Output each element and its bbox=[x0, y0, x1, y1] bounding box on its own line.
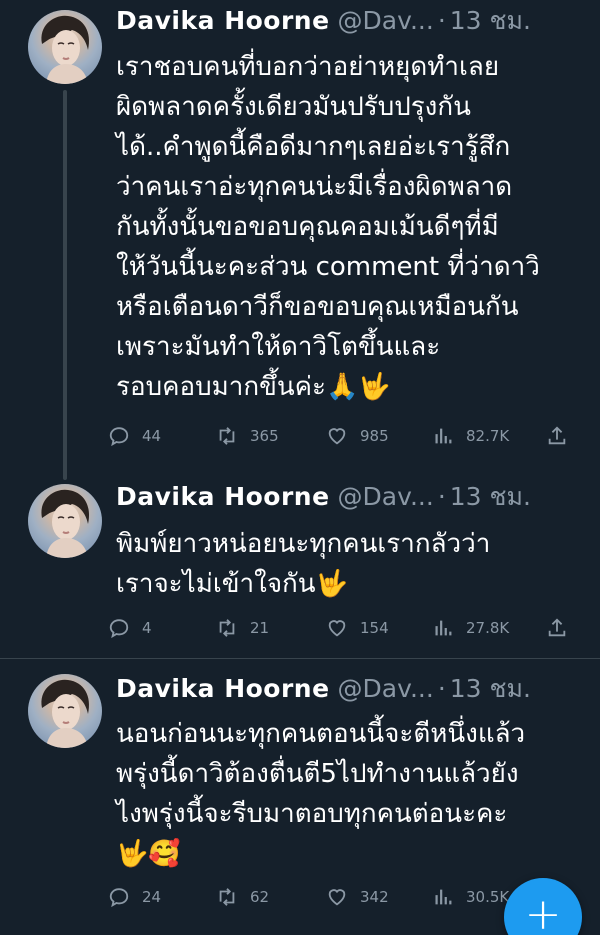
reply-count: 4 bbox=[142, 619, 152, 637]
profile-photo bbox=[41, 679, 90, 748]
separator-dot: · bbox=[437, 482, 446, 511]
retweet-button[interactable]: 62 bbox=[216, 882, 269, 912]
heart-icon bbox=[328, 889, 346, 906]
tweet-header: Davika Hoorne @Dav... · 13 ชม. bbox=[116, 480, 586, 514]
display-name[interactable]: Davika Hoorne bbox=[116, 480, 330, 514]
tweet-line: เราชอบคนที่บอกว่าอย่าหยุดทำเลย bbox=[116, 52, 500, 82]
separator-dot: · bbox=[437, 674, 446, 703]
tweet-text: พิมพ์ยาวหน่อยนะทุกคนเรากลัวว่า เราจะไม่เ… bbox=[116, 524, 576, 604]
tweet-1[interactable]: Davika Hoorne @Dav... · 13 ชม. เราชอบคนท… bbox=[0, 0, 600, 480]
views-button[interactable]: 82.7K bbox=[432, 421, 509, 451]
reply-count: 24 bbox=[142, 888, 162, 906]
display-name[interactable]: Davika Hoorne bbox=[116, 4, 330, 38]
reply-button[interactable]: 4 bbox=[108, 613, 152, 643]
view-count: 82.7K bbox=[466, 427, 510, 445]
display-name[interactable]: Davika Hoorne bbox=[116, 672, 330, 706]
tweet-line: พิมพ์ยาวหน่อยนะทุกคนเรากลัวว่า bbox=[116, 529, 491, 559]
heart-icon bbox=[328, 428, 346, 445]
like-count: 154 bbox=[360, 619, 389, 637]
tweet-line: ผิดพลาดครั้งเดียวมันปรับปรุงกัน bbox=[116, 92, 471, 122]
views-icon bbox=[435, 889, 452, 905]
like-count: 342 bbox=[360, 888, 389, 906]
retweet-icon bbox=[219, 888, 235, 906]
profile-photo bbox=[41, 15, 90, 84]
view-count: 30.5K bbox=[466, 888, 510, 906]
timestamp[interactable]: 13 ชม. bbox=[450, 672, 531, 706]
reply-button[interactable]: 44 bbox=[108, 421, 161, 451]
like-button[interactable]: 154 bbox=[326, 613, 389, 643]
view-count: 27.8K bbox=[466, 619, 510, 637]
views-icon bbox=[435, 620, 452, 636]
retweet-count: 21 bbox=[250, 619, 270, 637]
tweet-divider bbox=[0, 658, 600, 659]
tweet-actions: 44 365 985 82.7K bbox=[108, 421, 580, 451]
share-button[interactable] bbox=[546, 613, 580, 643]
reply-icon bbox=[109, 427, 129, 447]
tweet-line: รอบคอบมากขึ้นค่ะ🙏🤟 bbox=[116, 372, 391, 402]
separator-dot: · bbox=[437, 6, 446, 35]
tweet-2[interactable]: Davika Hoorne @Dav... · 13 ชม. พิมพ์ยาวห… bbox=[0, 470, 600, 660]
reply-icon bbox=[109, 619, 129, 639]
avatar[interactable] bbox=[28, 674, 102, 748]
user-handle[interactable]: @Dav... bbox=[338, 480, 434, 514]
timestamp[interactable]: 13 ชม. bbox=[450, 480, 531, 514]
tweet-line: เพราะมันทำให้ดาวิโตขึ้นและ bbox=[116, 332, 441, 362]
retweet-icon bbox=[219, 427, 235, 445]
timeline: Davika Hoorne @Dav... · 13 ชม. เราชอบคนท… bbox=[0, 0, 600, 935]
tweet-line: เราจะไม่เข้าใจกัน🤟 bbox=[116, 569, 348, 599]
tweet-line: ได้..คำพูดนี้คือดีมากๆเลยอ่ะเรารู้สึก bbox=[116, 132, 511, 162]
like-button[interactable]: 342 bbox=[326, 882, 389, 912]
tweet-line: 🤟🥰 bbox=[116, 839, 181, 869]
retweet-count: 365 bbox=[250, 427, 279, 445]
share-icon bbox=[548, 618, 566, 637]
tweet-line: ว่าคนเราอ่ะทุกคนน่ะมีเรื่องผิดพลาด bbox=[116, 172, 513, 202]
reply-icon bbox=[109, 888, 129, 908]
share-button[interactable] bbox=[546, 421, 580, 451]
tweet-line: หรือเตือนดาวีก็ขอขอบคุณเหมือนกัน bbox=[116, 292, 519, 322]
tweet-header: Davika Hoorne @Dav... · 13 ชม. bbox=[116, 4, 586, 38]
thread-connector bbox=[63, 90, 67, 480]
retweet-button[interactable]: 365 bbox=[216, 421, 279, 451]
avatar[interactable] bbox=[28, 484, 102, 558]
retweet-button[interactable]: 21 bbox=[216, 613, 269, 643]
profile-photo bbox=[41, 489, 90, 558]
avatar[interactable] bbox=[28, 10, 102, 84]
share-icon bbox=[548, 426, 566, 445]
heart-icon bbox=[328, 620, 346, 637]
tweet-line: กันทั้งนั้นขอขอบคุณคอมเม้นดีๆที่มี bbox=[116, 212, 499, 242]
tweet-line: นอนก่อนนะทุกคนตอนนี้จะตีหนึ่งแล้ว bbox=[116, 719, 526, 749]
reply-button[interactable]: 24 bbox=[108, 882, 161, 912]
user-handle[interactable]: @Dav... bbox=[338, 672, 434, 706]
tweet-header: Davika Hoorne @Dav... · 13 ชม. bbox=[116, 672, 586, 706]
tweet-actions: 4 21 154 27.8K bbox=[108, 613, 580, 643]
tweet-line: ให้วันนี้นะคะส่วน comment ที่ว่าดาวิ bbox=[116, 252, 540, 282]
tweet-line: ไงพรุ่งนี้จะรีบมาตอบทุกคนต่อนะคะ bbox=[116, 799, 508, 829]
views-button[interactable]: 27.8K bbox=[432, 613, 509, 643]
plus-icon: + bbox=[524, 889, 562, 935]
timestamp[interactable]: 13 ชม. bbox=[450, 4, 531, 38]
tweet-text: นอนก่อนนะทุกคนตอนนี้จะตีหนึ่งแล้ว พรุ่งน… bbox=[116, 714, 576, 874]
like-button[interactable]: 985 bbox=[326, 421, 389, 451]
retweet-count: 62 bbox=[250, 888, 270, 906]
reply-count: 44 bbox=[142, 427, 162, 445]
views-icon bbox=[435, 428, 452, 444]
user-handle[interactable]: @Dav... bbox=[338, 4, 434, 38]
retweet-icon bbox=[219, 619, 235, 637]
tweet-line: พรุ่งนี้ดาวิต้องตื่นตี5ไปทำงานแล้วยัง bbox=[116, 759, 519, 789]
tweet-text: เราชอบคนที่บอกว่าอย่าหยุดทำเลย ผิดพลาดคร… bbox=[116, 47, 576, 407]
like-count: 985 bbox=[360, 427, 389, 445]
views-button[interactable]: 30.5K bbox=[432, 882, 509, 912]
